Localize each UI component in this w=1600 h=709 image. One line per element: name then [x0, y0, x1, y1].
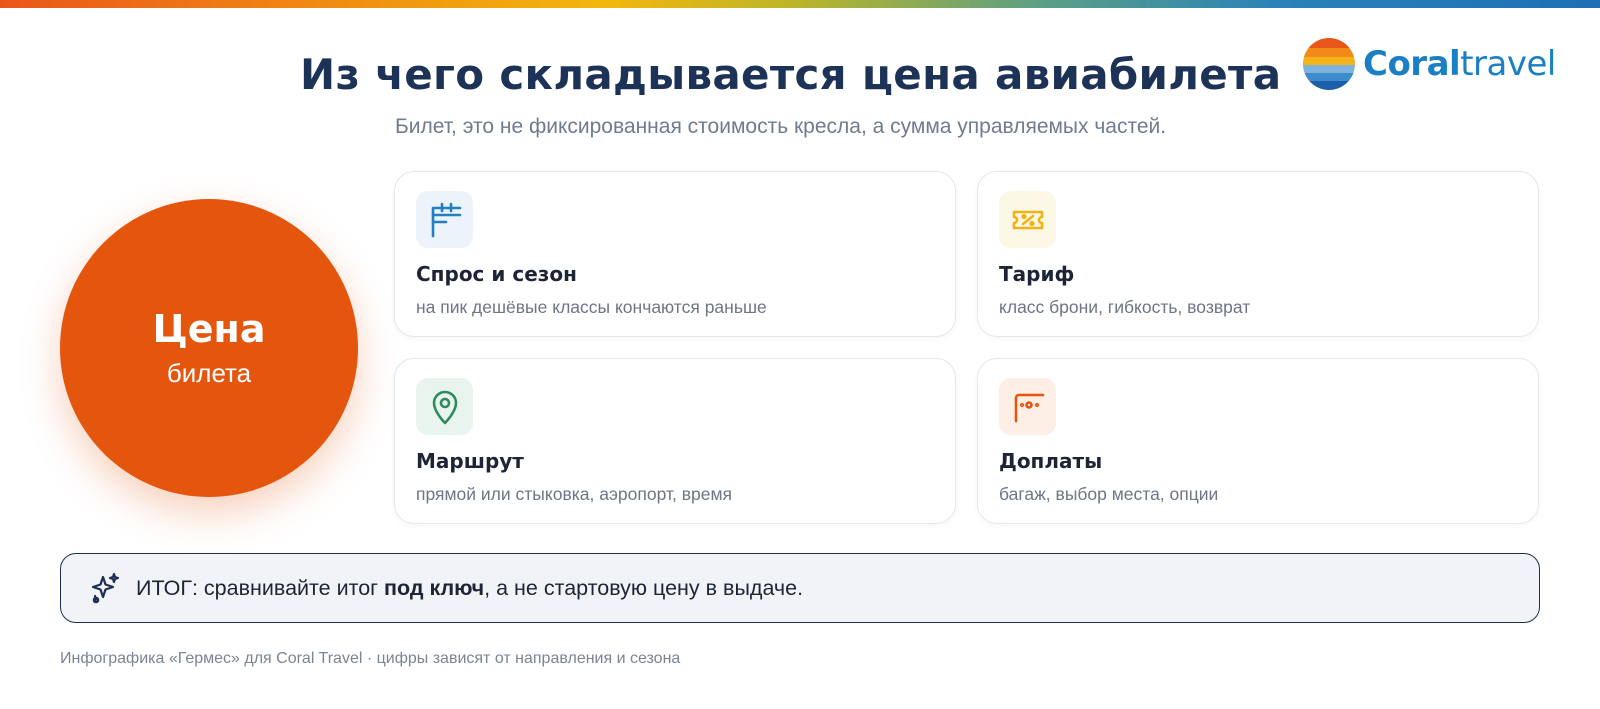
card-description: класс брони, гибкость, возврат	[999, 297, 1251, 317]
page-title: Из чего складывается цена авиабилета	[300, 50, 1282, 99]
card-description: на пик дешёвые классы кончаются раньше	[416, 297, 767, 317]
seat-options-icon	[999, 378, 1056, 435]
card-title: Маршрут	[416, 449, 524, 473]
factor-card-extras: Доплаты багаж, выбор места, опции	[977, 358, 1539, 524]
top-gradient-bar	[0, 0, 1600, 8]
coral-travel-logo: Coraltravel	[1303, 37, 1556, 91]
card-title: Тариф	[999, 262, 1075, 286]
card-description: багаж, выбор места, опции	[999, 484, 1219, 504]
summary-banner: ИТОГ: сравнивайте итог под ключ, а не ст…	[60, 553, 1540, 623]
card-title: Доплаты	[999, 449, 1103, 473]
logo-wordmark: Coraltravel	[1363, 44, 1556, 84]
calendar-icon	[416, 191, 473, 248]
factor-card-fare: Тариф класс брони, гибкость, возврат	[977, 171, 1539, 337]
footer-note: Инфографика «Гермес» для Coral Travel · …	[60, 650, 681, 667]
page-subtitle: Билет, это не фиксированная стоимость кр…	[395, 115, 1167, 138]
summary-text: ИТОГ: сравнивайте итог под ключ, а не ст…	[136, 576, 804, 600]
map-pin-icon	[416, 378, 473, 435]
coral-sunset-logo-icon	[1303, 38, 1355, 90]
price-circle-title: Цена	[152, 307, 266, 351]
card-title: Спрос и сезон	[416, 262, 577, 286]
ticket-price-circle: Цена билета	[60, 199, 358, 497]
sparkles-icon	[91, 572, 120, 604]
summary-emphasis: под ключ	[383, 576, 485, 600]
factor-card-route: Маршрут прямой или стыковка, аэропорт, в…	[394, 358, 956, 524]
price-circle-subtitle: билета	[166, 358, 252, 388]
card-description: прямой или стыковка, аэропорт, время	[416, 484, 732, 504]
ticket-percent-icon	[999, 191, 1056, 248]
factor-card-demand: Спрос и сезон на пик дешёвые классы конч…	[394, 171, 956, 337]
